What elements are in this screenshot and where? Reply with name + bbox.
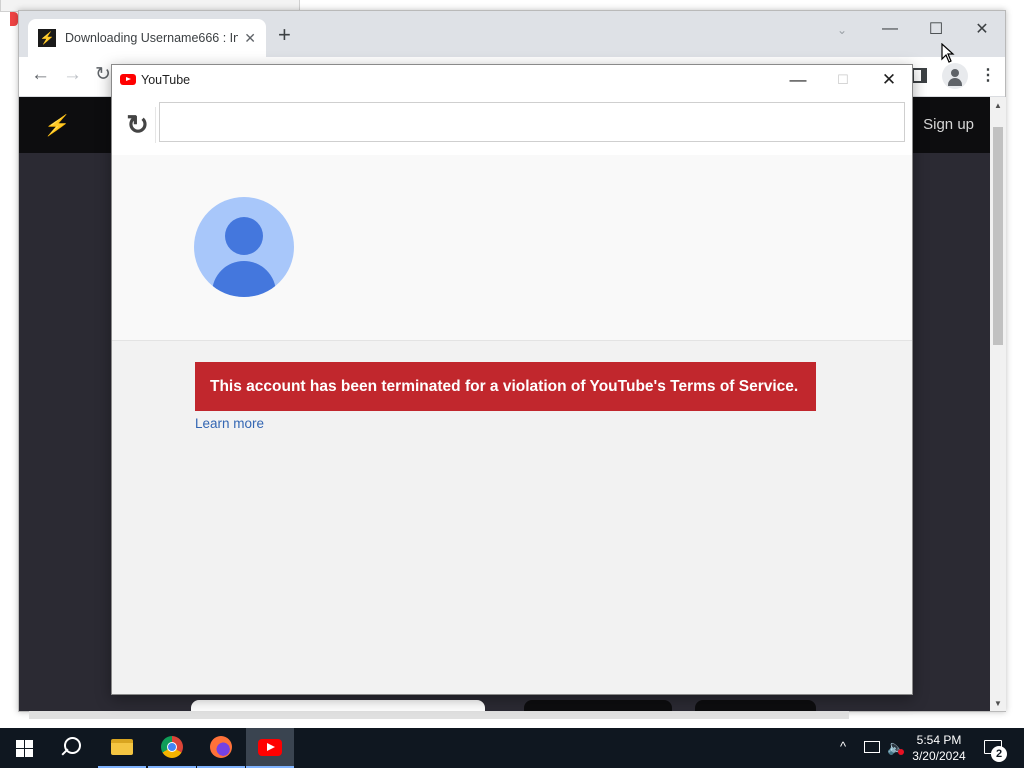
firefox-icon: [210, 736, 232, 758]
taskbar-firefox[interactable]: [197, 728, 245, 768]
popup-reload-icon[interactable]: ↻: [120, 107, 156, 143]
clock-date: 3/20/2024: [912, 749, 966, 763]
scroll-down-arrow-icon[interactable]: ▼: [994, 699, 1002, 708]
alert-message: This account has been terminated for a v…: [210, 377, 799, 395]
chrome-minimize-button[interactable]: —: [870, 16, 910, 42]
popup-close-button[interactable]: ✕: [869, 68, 909, 92]
desktop: ⚡ Downloading Username666 : Internet Arc…: [0, 0, 1024, 728]
learn-more-link[interactable]: Learn more: [195, 416, 264, 431]
mouse-cursor-icon: [941, 43, 955, 63]
taskbar-file-explorer[interactable]: [98, 728, 146, 768]
tab-title: Downloading Username666 : Internet Archi…: [65, 31, 239, 45]
volume-muted-badge-icon: [898, 749, 904, 755]
archive-favicon-icon: ⚡: [38, 29, 56, 47]
kebab-menu-icon[interactable]: ⋮: [980, 66, 996, 86]
search-icon[interactable]: [60, 737, 81, 757]
notification-count-badge: 2: [991, 746, 1007, 762]
tab-strip: ⚡ Downloading Username666 : Internet Arc…: [19, 11, 1005, 57]
browser-tab[interactable]: ⚡ Downloading Username666 : Internet Arc…: [28, 19, 266, 57]
new-tab-button[interactable]: +: [278, 24, 291, 46]
avatar-body: [212, 261, 276, 297]
signup-link[interactable]: Sign up: [923, 116, 974, 133]
chrome-maximize-button[interactable]: ☐: [916, 16, 956, 42]
youtube-logo-icon: [120, 74, 136, 85]
profile-avatar-icon[interactable]: [942, 63, 968, 89]
tab-search-icon[interactable]: ⌄: [837, 23, 847, 37]
tab-close-icon[interactable]: ✕: [244, 30, 256, 47]
forward-arrow-icon[interactable]: →: [63, 65, 82, 85]
account-terminated-alert: This account has been terminated for a v…: [195, 362, 816, 411]
chrome-close-button[interactable]: ✕: [962, 16, 1002, 42]
popup-title: YouTube: [141, 73, 191, 87]
avatar-head: [225, 217, 263, 255]
scroll-up-arrow-icon[interactable]: ▲: [994, 101, 1002, 110]
taskbar-chrome[interactable]: [148, 728, 196, 768]
channel-header: [112, 155, 912, 341]
tray-overflow-chevron-icon[interactable]: ^: [840, 739, 846, 754]
vertical-scrollbar[interactable]: ▲ ▼: [990, 97, 1006, 711]
popup-url-input[interactable]: [159, 102, 905, 142]
reload-icon[interactable]: ↻: [95, 65, 111, 85]
site-logo-icon[interactable]: ⚡: [43, 113, 68, 138]
taskbar-youtube[interactable]: [246, 728, 294, 768]
background-app-icon: [10, 12, 18, 26]
horizontal-scrollbar[interactable]: [29, 711, 849, 719]
folder-icon: [111, 739, 133, 755]
popup-minimize-button[interactable]: —: [778, 68, 818, 92]
youtube-popup-window: YouTube — ☐ ✕ ↻ This account has been te…: [111, 64, 913, 695]
youtube-icon: [258, 738, 282, 756]
clock[interactable]: 5:54 PM 3/20/2024: [905, 732, 973, 764]
scroll-thumb[interactable]: [993, 127, 1003, 345]
back-arrow-icon[interactable]: ←: [31, 65, 50, 85]
clock-time: 5:54 PM: [916, 733, 962, 747]
popup-maximize-button: ☐: [837, 72, 849, 87]
taskbar: ^ 🔈 5:54 PM 3/20/2024 2: [0, 728, 1024, 768]
channel-avatar: [194, 197, 294, 297]
popup-toolbar: ↻: [112, 95, 912, 155]
chrome-icon: [161, 736, 183, 758]
network-icon[interactable]: [864, 741, 880, 753]
popup-titlebar[interactable]: YouTube — ☐ ✕: [112, 65, 912, 95]
side-panel-icon[interactable]: [912, 68, 927, 83]
windows-start-icon[interactable]: [16, 740, 33, 757]
